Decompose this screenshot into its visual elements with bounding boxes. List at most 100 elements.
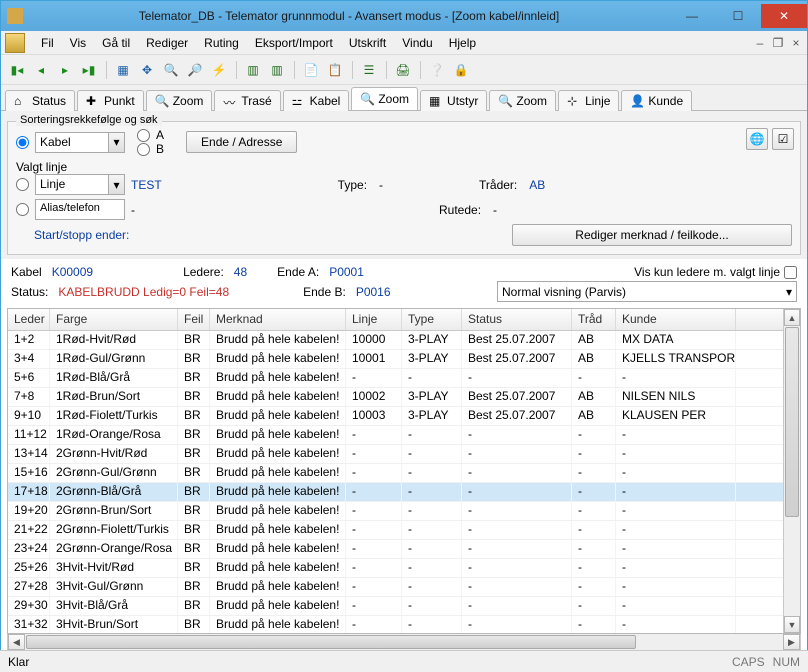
mdi-close-icon[interactable]: × [789,36,803,50]
tab-zoom-2[interactable]: 🔍Zoom [146,90,213,111]
tool-list-icon[interactable]: ☰ [359,60,379,80]
alias-combo[interactable]: Alias/telefon [35,199,125,220]
table-row[interactable]: 21+222Grønn-Fiolett/TurkisBRBrudd på hel… [8,521,783,540]
radio-a[interactable] [137,129,150,142]
column-header-kunde[interactable]: Kunde [616,309,736,330]
minimize-button[interactable]: — [669,4,715,28]
rediger-merknad-button[interactable]: Rediger merknad / feilkode... [512,224,792,246]
nav-last-icon[interactable]: ▸▮ [79,60,99,80]
tab-linje-8[interactable]: ⊹Linje [558,90,619,111]
table-row[interactable]: 29+303Hvit-Blå/GråBRBrudd på hele kabele… [8,597,783,616]
tool-paste-icon[interactable]: 📋 [325,60,345,80]
tab-status-0[interactable]: ⌂Status [5,90,75,111]
check-button[interactable]: ☑ [772,128,794,150]
tool-lightning-icon[interactable]: ⚡ [209,60,229,80]
grid-vscrollbar[interactable]: ▲ ▼ [783,309,800,633]
tab-trasé-3[interactable]: 〰Trasé [214,90,280,111]
table-row[interactable]: 9+101Rød-Fiolett/TurkisBRBrudd på hele k… [8,407,783,426]
cell: - [616,616,736,633]
linje-value: TEST [131,178,162,192]
tool-zoomout-icon[interactable]: 🔎 [185,60,205,80]
scroll-hthumb[interactable] [26,635,636,649]
scroll-up-icon[interactable]: ▲ [784,309,800,326]
close-button[interactable]: ✕ [761,4,807,28]
menu-eksport/import[interactable]: Eksport/Import [247,34,341,52]
menu-fil[interactable]: Fil [33,34,62,52]
tool-zoomin-icon[interactable]: 🔍 [161,60,181,80]
table-row[interactable]: 13+142Grønn-Hvit/RødBRBrudd på hele kabe… [8,445,783,464]
grid-hscrollbar[interactable]: ◀ ▶ [7,634,801,651]
tab-utstyr-6[interactable]: ▦Utstyr [420,90,487,111]
tab-kunde-9[interactable]: 👤Kunde [621,90,692,111]
table-row[interactable]: 25+263Hvit-Hvit/RødBRBrudd på hele kabel… [8,559,783,578]
visning-select[interactable]: Normal visning (Parvis) ▾ [497,281,797,302]
column-header-tråd[interactable]: Tråd [572,309,616,330]
tool-box1-icon[interactable]: ▥ [243,60,263,80]
column-header-leder[interactable]: Leder [8,309,50,330]
mdi-minimize-icon[interactable]: – [753,36,767,50]
radio-b[interactable] [137,143,150,156]
table-row[interactable]: 17+182Grønn-Blå/GråBRBrudd på hele kabel… [8,483,783,502]
table-row[interactable]: 15+162Grønn-Gul/GrønnBRBrudd på hele kab… [8,464,783,483]
scroll-left-icon[interactable]: ◀ [8,634,25,650]
column-header-linje[interactable]: Linje [346,309,402,330]
cell: AB [572,331,616,349]
menu-vindu[interactable]: Vindu [394,34,440,52]
mdi-restore-icon[interactable]: ❐ [771,36,785,50]
table-row[interactable]: 31+323Hvit-Brun/SortBRBrudd på hele kabe… [8,616,783,633]
app-menu-icon[interactable] [5,33,25,53]
table-row[interactable]: 1+21Rød-Hvit/RødBRBrudd på hele kabelen!… [8,331,783,350]
tool-box2-icon[interactable]: ▥ [267,60,287,80]
menu-rediger[interactable]: Rediger [138,34,196,52]
menu-gå til[interactable]: Gå til [94,34,138,52]
nav-prev-icon[interactable]: ◂ [31,60,51,80]
tool-print-icon[interactable]: 🖨 [393,60,413,80]
maximize-button[interactable]: ☐ [715,4,761,28]
column-header-status[interactable]: Status [462,309,572,330]
table-row[interactable]: 3+41Rød-Gul/GrønnBRBrudd på hele kabelen… [8,350,783,369]
globe-button[interactable]: 🌐 [746,128,768,150]
tab-zoom-7[interactable]: 🔍Zoom [489,90,556,111]
column-header-farge[interactable]: Farge [50,309,178,330]
tab-zoom-5[interactable]: 🔍Zoom [351,87,418,110]
data-grid[interactable]: LederFargeFeilMerknadLinjeTypeStatusTråd… [7,308,801,634]
tool-copy-icon[interactable]: 📄 [301,60,321,80]
scroll-thumb[interactable] [785,327,799,517]
table-row[interactable]: 19+202Grønn-Brun/SortBRBrudd på hele kab… [8,502,783,521]
menu-hjelp[interactable]: Hjelp [441,34,484,52]
help-icon[interactable]: ❔ [427,60,447,80]
nav-next-icon[interactable]: ▸ [55,60,75,80]
kabel-combo[interactable]: Kabel ▾ [35,132,125,153]
linje-combo[interactable]: Linje ▾ [35,174,125,195]
vis-kun-checkbox[interactable] [784,266,797,279]
chevron-down-icon[interactable]: ▾ [108,175,124,194]
scroll-down-icon[interactable]: ▼ [784,616,800,633]
table-row[interactable]: 23+242Grønn-Orange/RosaBRBrudd på hele k… [8,540,783,559]
chevron-down-icon[interactable]: ▾ [108,133,124,152]
table-row[interactable]: 27+283Hvit-Gul/GrønnBRBrudd på hele kabe… [8,578,783,597]
column-header-feil[interactable]: Feil [178,309,210,330]
table-row[interactable]: 5+61Rød-Blå/GråBRBrudd på hele kabelen!-… [8,369,783,388]
ende-adresse-button[interactable]: Ende / Adresse [186,131,297,153]
menu-vis[interactable]: Vis [62,34,94,52]
alias-radio[interactable] [16,203,29,216]
table-row[interactable]: 7+81Rød-Brun/SortBRBrudd på hele kabelen… [8,388,783,407]
cell: 10002 [346,388,402,406]
tool-lock-icon[interactable]: 🔒 [451,60,471,80]
nav-first-icon[interactable]: ▮◂ [7,60,27,80]
scroll-right-icon[interactable]: ▶ [783,634,800,650]
menu-ruting[interactable]: Ruting [196,34,247,52]
kabel-radio[interactable] [16,136,29,149]
linje-radio[interactable] [16,178,29,191]
table-row[interactable]: 11+121Rød-Orange/RosaBRBrudd på hele kab… [8,426,783,445]
tool-grid-icon[interactable]: ▦ [113,60,133,80]
ledere-label: Ledere: [183,265,224,279]
tab-kabel-4[interactable]: ⚍Kabel [283,90,350,111]
cell: - [572,540,616,558]
column-header-type[interactable]: Type [402,309,462,330]
menu-utskrift[interactable]: Utskrift [341,34,394,52]
tab-punkt-1[interactable]: ✚Punkt [77,90,144,111]
cell: 1Rød-Orange/Rosa [50,426,178,444]
tool-move-icon[interactable]: ✥ [137,60,157,80]
column-header-merknad[interactable]: Merknad [210,309,346,330]
